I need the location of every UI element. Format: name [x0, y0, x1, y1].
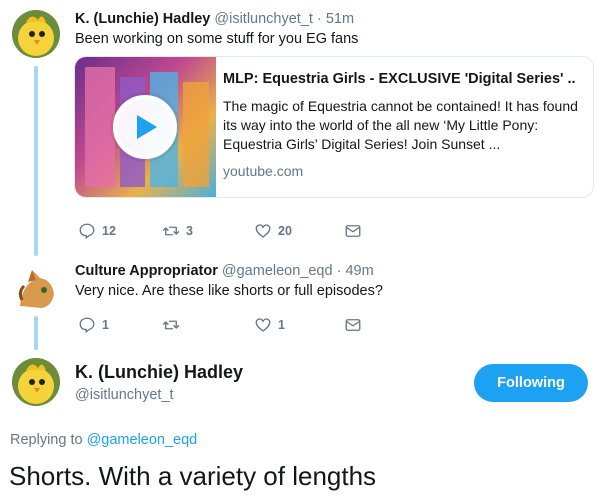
card-title[interactable]: MLP: Equestria Girls - EXCLUSIVE 'Digita… [223, 71, 587, 87]
dm-button[interactable] [344, 316, 362, 334]
author-handle[interactable]: @gameleon_eqd [222, 263, 333, 279]
avatar-chick-image [12, 358, 60, 406]
reply-icon [79, 317, 95, 334]
avatar[interactable] [12, 266, 60, 314]
author-name[interactable]: K. (Lunchie) Hadley [75, 11, 210, 27]
reply-count: 1 [102, 318, 109, 332]
reply-button[interactable]: 12 [78, 222, 116, 240]
reply-button[interactable]: 1 [78, 316, 109, 334]
like-count: 1 [278, 318, 285, 332]
retweet-button[interactable] [162, 316, 186, 334]
retweet-icon [162, 320, 180, 330]
tweet-header: K. (Lunchie) Hadley @isitlunchyet_t · 51… [75, 10, 354, 28]
avatar-chick-image [12, 10, 60, 58]
dm-button[interactable] [344, 222, 362, 240]
tweet-time[interactable]: · 51m [317, 11, 354, 27]
tweet-time[interactable]: · 49m [337, 263, 374, 279]
retweet-icon [162, 226, 180, 236]
reply-count: 12 [102, 224, 116, 238]
tweet-header: Culture Appropriator @gameleon_eqd · 49m [75, 262, 374, 280]
retweet-button[interactable]: 3 [162, 222, 193, 240]
thread-line [34, 66, 38, 256]
author-handle[interactable]: @isitlunchyet_t [75, 387, 174, 403]
retweet-count: 3 [186, 224, 193, 238]
card-domain: youtube.com [223, 163, 304, 179]
tweet-text: Been working on some stuff for you EG fa… [75, 31, 359, 47]
replying-prefix: Replying to [10, 432, 83, 448]
tweet-text: Shorts. With a variety of lengths [9, 461, 377, 491]
like-icon [255, 318, 271, 332]
like-button[interactable]: 1 [254, 316, 285, 334]
card-description: The magic of Equestria cannot be contain… [223, 98, 578, 152]
tweet-thread: K. (Lunchie) Hadley @isitlunchyet_t · 51… [0, 0, 599, 503]
tweet-text: Very nice. Are these like shorts or full… [75, 283, 383, 299]
play-icon [137, 115, 157, 139]
author-handle[interactable]: @isitlunchyet_t [214, 11, 313, 27]
avatar[interactable] [12, 358, 60, 406]
avatar[interactable] [12, 10, 60, 58]
like-button[interactable]: 20 [254, 222, 292, 240]
author-name[interactable]: Culture Appropriator [75, 263, 218, 279]
thread-line [34, 316, 38, 350]
like-icon [255, 224, 271, 238]
following-button[interactable]: Following [474, 364, 588, 402]
tweet-actions: 12 3 20 [78, 222, 378, 242]
reply-icon [79, 223, 95, 240]
dm-icon [345, 319, 361, 331]
author-name[interactable]: K. (Lunchie) Hadley [75, 362, 243, 383]
tweet-actions: 1 1 [78, 316, 378, 336]
dm-icon [345, 225, 361, 237]
like-count: 20 [278, 224, 292, 238]
video-thumbnail[interactable] [75, 57, 216, 197]
mention-link[interactable]: @gameleon_eqd [87, 432, 198, 448]
avatar-pony-image [12, 266, 60, 314]
link-card[interactable]: MLP: Equestria Girls - EXCLUSIVE 'Digita… [74, 56, 594, 198]
replying-to: Replying to @gameleon_eqd [10, 432, 197, 448]
